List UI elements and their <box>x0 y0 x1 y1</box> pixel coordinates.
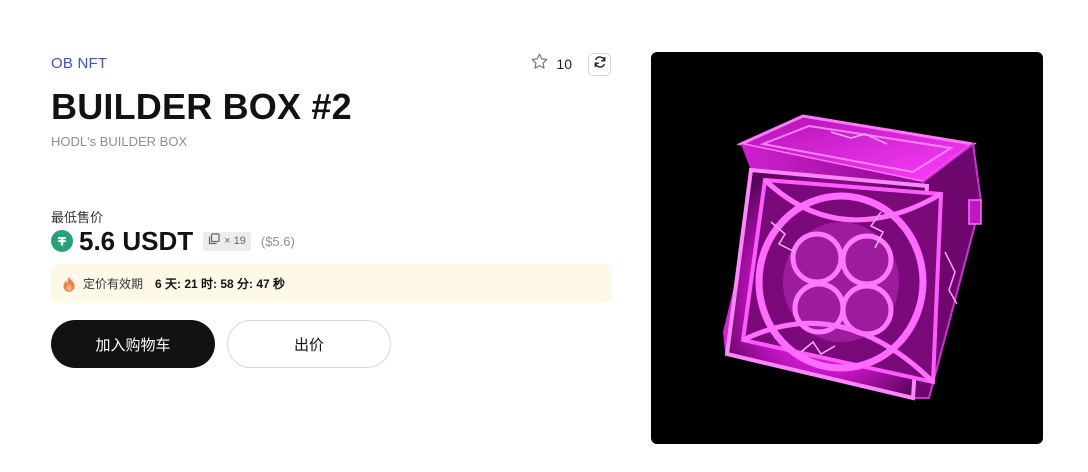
expiry-countdown: 6 天: 21 时: 58 分: 47 秒 <box>155 277 286 291</box>
favorite-count: 10 <box>556 56 572 72</box>
item-toolbar: 10 <box>530 52 611 76</box>
price-value: 5.6 USDT <box>79 225 194 256</box>
price-label: 最低售价 <box>51 210 104 225</box>
tether-icon <box>51 230 73 252</box>
collection-link[interactable]: OB NFT <box>51 55 107 72</box>
quantity-text: × 19 <box>224 235 246 247</box>
nft-media[interactable] <box>651 52 1043 444</box>
flame-icon <box>62 276 76 292</box>
make-offer-button[interactable]: 出价 <box>227 320 391 368</box>
refresh-icon <box>593 55 607 74</box>
builder-box-image <box>723 114 983 401</box>
usd-price: ($5.6) <box>260 233 295 249</box>
favorite-button[interactable]: 10 <box>530 52 572 76</box>
add-to-cart-button[interactable]: 加入购物车 <box>51 320 215 368</box>
quantity-badge: × 19 <box>203 231 251 251</box>
price-row: 5.6 USDT × 19 ($5.6) <box>51 226 295 256</box>
star-icon <box>530 52 549 76</box>
expiry-banner: 定价有效期 6 天: 21 时: 58 分: 47 秒 <box>51 264 611 303</box>
item-subtitle[interactable]: HODL's BUILDER BOX <box>51 134 187 149</box>
item-title: BUILDER BOX #2 <box>51 86 352 127</box>
copies-icon <box>208 232 224 250</box>
refresh-button[interactable] <box>588 52 611 76</box>
expiry-label: 定价有效期 <box>83 277 144 291</box>
